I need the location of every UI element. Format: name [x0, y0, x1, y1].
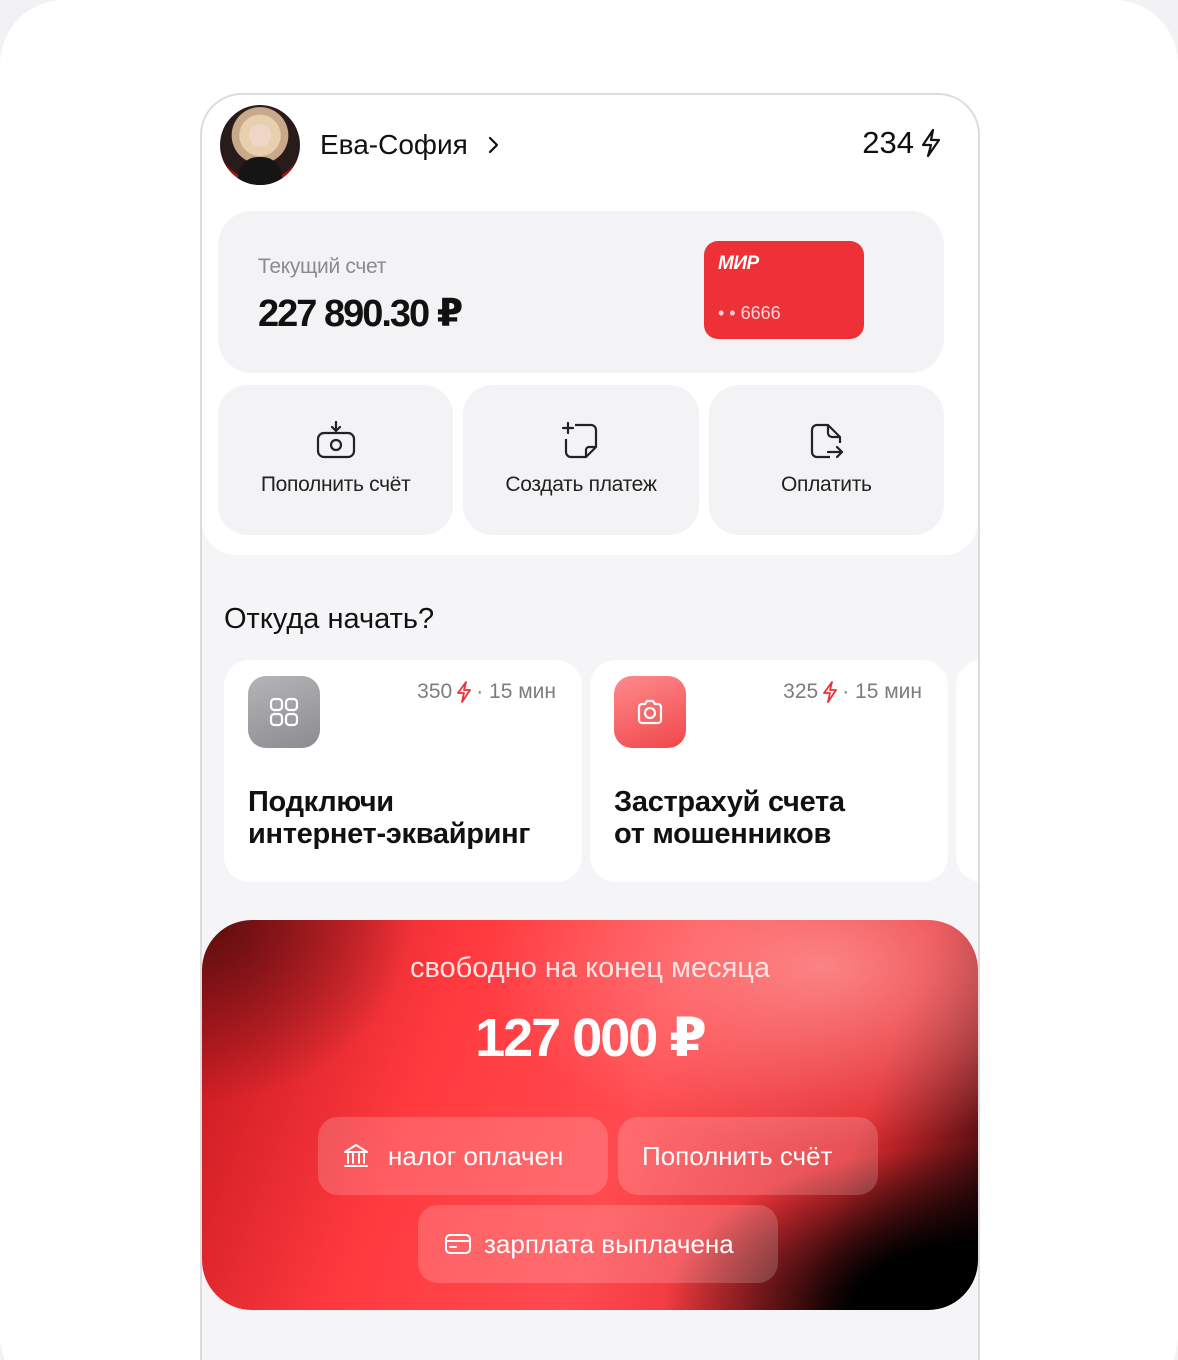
promo-title-line: Застрахуй счета [614, 786, 845, 818]
promo-carousel[interactable]: 350 · 15 мин Подключи интернет-эквайринг… [224, 660, 978, 882]
promo-card-acquiring[interactable]: 350 · 15 мин Подключи интернет-эквайринг [224, 660, 582, 882]
document-arrow-icon [811, 423, 844, 459]
account-balance: 227 890.30 ₽ [258, 293, 463, 335]
profile-link[interactable]: Ева-София [220, 105, 504, 185]
bank-icon [344, 1144, 368, 1167]
top-up-chip[interactable]: Пополнить счёт [618, 1117, 878, 1195]
promo-duration: · 15 мин [842, 680, 922, 703]
promo-title: Подключи интернет-эквайринг [248, 786, 530, 850]
forecast-amount: 127 000 ₽ [475, 1008, 707, 1068]
create-payment-button[interactable]: Создать платеж [463, 385, 699, 535]
salary-paid-chip[interactable]: зарплата выплачена [418, 1205, 778, 1283]
top-up-button[interactable]: Пополнить счёт [218, 385, 454, 535]
promo-title-line: от мошенников [614, 818, 831, 850]
lightning-icon [823, 681, 838, 703]
chip-label: Пополнить счёт [642, 1140, 833, 1171]
promo-duration: · 15 мин [476, 680, 556, 703]
quick-actions: Пополнить счёт Создать платеж Оплатить [218, 385, 944, 535]
account-label: Текущий счет [258, 255, 387, 278]
promo-points: 350 [417, 680, 453, 703]
forecast-label: свободно на конец месяца [409, 952, 771, 984]
camera-icon [614, 676, 686, 748]
profile-name: Ева-София [320, 129, 468, 160]
points-counter[interactable]: 234 [862, 125, 942, 161]
tax-paid-chip[interactable]: налог оплачен [318, 1117, 608, 1195]
action-label: Создать платеж [505, 473, 657, 496]
chevron-right-icon [488, 136, 498, 154]
current-account-card[interactable]: Текущий счет 227 890.30 ₽ МИР • • 6666 [218, 211, 944, 373]
phone-screen: Ева-София 234 Текущий счет 227 890.30 ₽ … [200, 93, 980, 1360]
forecast-widget[interactable]: свободно на конец месяца 127 000 ₽ налог… [202, 920, 978, 1310]
chip-label: налог оплачен [388, 1140, 564, 1171]
promo-title-line: интернет-эквайринг [248, 818, 531, 850]
promo-points: 325 [783, 680, 819, 703]
wallet-download-icon [316, 420, 355, 459]
promo-title-line: Подключи [248, 786, 394, 818]
section-title: Откуда начать? [224, 603, 435, 635]
grid-icon [248, 676, 320, 748]
points-value: 234 [862, 125, 914, 160]
bank-card[interactable]: МИР • • 6666 [704, 241, 864, 339]
card-icon [445, 1234, 471, 1254]
action-label: Пополнить счёт [260, 473, 411, 496]
card-number: • • 6666 [718, 303, 781, 323]
promo-title: Застрахуй счета от мошенников [614, 786, 845, 850]
lightning-icon [457, 681, 472, 703]
document-plus-icon [561, 421, 598, 459]
promo-meta: 350 · 15 мин [417, 680, 556, 704]
card-brand-logo: МИР [718, 253, 759, 274]
promo-card-insurance[interactable]: 325 · 15 мин Застрахуй счета от мошенник… [590, 660, 948, 882]
action-label: Оплатить [780, 473, 872, 496]
lightning-icon [921, 128, 941, 158]
avatar [220, 105, 300, 185]
header-panel: Ева-София 234 Текущий счет 227 890.30 ₽ … [202, 95, 978, 555]
chip-label: зарплата выплачена [484, 1228, 734, 1259]
promo-meta: 325 · 15 мин [783, 680, 922, 704]
pay-button[interactable]: Оплатить [708, 385, 944, 535]
promo-card-peek[interactable] [956, 660, 978, 882]
